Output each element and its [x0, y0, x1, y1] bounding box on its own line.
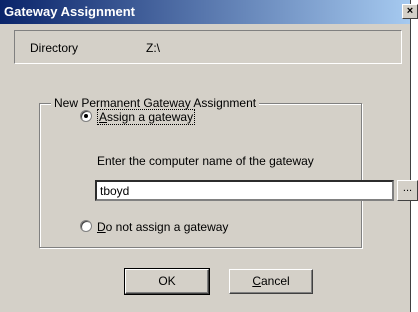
directory-label: Directory: [30, 41, 79, 55]
gateway-assignment-dialog: Gateway Assignment Directory Z:\ New Per…: [0, 0, 418, 312]
no-gateway-radio[interactable]: [80, 220, 92, 232]
cancel-button[interactable]: Cancel: [229, 269, 313, 294]
gateway-hint-text: Enter the computer name of the gateway: [97, 154, 314, 168]
cancel-label-rest: ancel: [260, 274, 290, 288]
assign-mnemonic: A: [99, 110, 108, 124]
assign-gateway-label[interactable]: Assign a gateway: [97, 109, 196, 125]
title-bar: Gateway Assignment: [0, 0, 410, 24]
assign-gateway-radio[interactable]: [80, 110, 92, 122]
gateway-name-input[interactable]: [95, 180, 394, 201]
directory-value: Z:\: [146, 41, 160, 55]
no-gateway-label-rest: o not assign a gateway: [105, 220, 229, 234]
close-icon[interactable]: ×: [402, 4, 418, 19]
ok-button[interactable]: OK: [124, 268, 210, 295]
assign-label-rest: ssign a gateway: [107, 110, 194, 124]
cancel-mnemonic: C: [252, 274, 261, 288]
groupbox-title: New Permanent Gateway Assignment: [51, 96, 260, 110]
no-gateway-label[interactable]: Do not assign a gateway: [97, 220, 228, 234]
browse-button[interactable]: ...: [397, 180, 418, 201]
no-gateway-mnemonic: D: [97, 220, 106, 234]
window-title: Gateway Assignment: [4, 4, 136, 19]
